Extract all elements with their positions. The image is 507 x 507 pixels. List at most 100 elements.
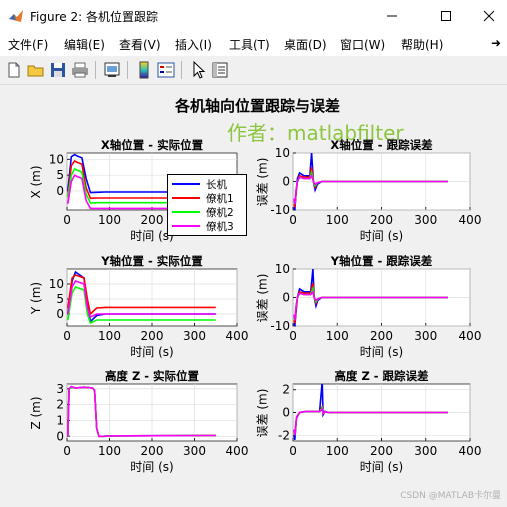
x-tick-label: 300 [414, 444, 437, 458]
save-icon[interactable] [48, 60, 68, 80]
x-tick-label: 200 [141, 213, 164, 227]
legend-label: 僚机1 [206, 192, 234, 205]
menu-bar: 文件(F) 编辑(E) 查看(V) 插入(I) 工具(T) 桌面(D) 窗口(W… [0, 32, 507, 56]
x-axis-label: 时间 (s) [130, 460, 174, 474]
toolbar-separator [127, 61, 128, 79]
legend-entry: 僚机3 [168, 219, 234, 233]
csdn-watermark: CSDN @MATLAB卡尔曼 [400, 491, 501, 501]
axes-3[interactable]: 0 100 200 300 400 0 5 10 Y轴位置 - 实际位置 时间 (s) Y (m) [29, 254, 248, 359]
x-tick-label: 0 [289, 444, 297, 458]
y-tick-label: 1 [56, 413, 64, 427]
y-tick-label: 5 [56, 292, 64, 306]
maximize-button[interactable] [423, 0, 469, 32]
x-tick-label: 400 [226, 444, 249, 458]
legend-label: 长机 [206, 178, 227, 191]
legend[interactable]: 长机 僚机1 僚机2 僚机3 [167, 174, 247, 236]
legend-entry: 僚机2 [168, 205, 234, 219]
legend-swatch [172, 211, 200, 213]
maximize-icon [441, 11, 451, 21]
figure-canvas: 各机轴向位置跟踪与误差 作者：matlabfilter 0 100 200 0 5 10 X… [0, 85, 507, 507]
x-axis-label: 时间 (s) [359, 229, 404, 243]
y-tick-label: 10 [49, 277, 64, 291]
x-tick-label: 300 [183, 444, 206, 458]
menu-tools[interactable]: 工具(T) [229, 36, 270, 53]
y-tick-label: 2 [56, 398, 64, 412]
x-axis-label: 时间 (s) [359, 345, 404, 359]
menu-insert[interactable]: 插入(I) [175, 36, 212, 53]
x-tick-label: 0 [289, 213, 297, 227]
x-tick-label: 0 [63, 213, 71, 227]
new-figure-icon[interactable] [4, 60, 24, 80]
axes-4[interactable]: 0 100 200 300 400 -10 0 10 Y轴位置 - 跟踪误差 时间 (s) 误差 (… [256, 254, 482, 359]
x-tick-label: 200 [370, 213, 393, 227]
window-title: Figure 2: 各机位置跟踪 [30, 9, 158, 24]
y-tick-label: 5 [56, 168, 64, 182]
y-tick-label: -10 [270, 203, 290, 217]
open-file-icon[interactable] [26, 60, 46, 80]
link-plot-icon[interactable] [102, 60, 122, 80]
x-axis-label: 时间 (s) [130, 345, 174, 359]
legend-swatch [172, 197, 200, 199]
y-tick-label: 0 [282, 175, 290, 189]
axes-2[interactable]: 0 100 200 300 400 -10 0 10 X轴位置 - 跟踪误差 时间 (s) 误差 (… [256, 138, 482, 243]
plot-area: 0 100 200 300 400 -2 0 2 [278, 383, 482, 458]
pointer-icon[interactable] [188, 60, 208, 80]
minimize-button[interactable] [369, 0, 415, 32]
toolbar [0, 56, 507, 85]
menu-view[interactable]: 查看(V) [119, 36, 161, 53]
x-tick-label: 200 [141, 444, 164, 458]
x-tick-label: 200 [141, 329, 164, 343]
x-tick-label: 0 [63, 329, 71, 343]
x-tick-label: 300 [183, 329, 206, 343]
close-button[interactable] [466, 0, 507, 32]
axes-title: X轴位置 - 跟踪误差 [330, 138, 433, 152]
y-tick-label: 10 [49, 152, 64, 166]
y-axis-label: 误差 (m) [255, 273, 270, 322]
x-tick-label: 400 [459, 213, 482, 227]
close-icon [483, 10, 495, 22]
figure-title: 各机轴向位置跟踪与误差 [174, 97, 340, 115]
toolbar-separator [95, 61, 96, 79]
axes-title: 高度 Z - 实际位置 [104, 369, 200, 383]
y-tick-label: 0 [56, 307, 64, 321]
plot-area: 0 100 200 300 400 0 12 3 [56, 382, 249, 458]
x-tick-label: 300 [414, 213, 437, 227]
y-axis-label: 误差 (m) [255, 388, 270, 437]
y-tick-label: -10 [270, 319, 290, 333]
menu-help[interactable]: 帮助(H) [401, 36, 443, 53]
minimize-icon [387, 15, 397, 17]
legend-swatch [172, 183, 200, 185]
plot-area: 0 100 200 300 400-10010 [270, 146, 482, 227]
menu-desktop[interactable]: 桌面(D) [284, 36, 327, 53]
x-tick-label: 100 [98, 444, 121, 458]
y-tick-label: 0 [282, 406, 290, 420]
y-axis-label: 误差 (m) [255, 157, 270, 206]
axes-5[interactable]: 0 100 200 300 400 0 1 2 3 高度 Z - 实际位置 时间 (s) Z (m) [29, 369, 248, 474]
axes-title: 高度 Z - 跟踪误差 [334, 369, 429, 383]
x-tick-label: 100 [326, 444, 349, 458]
y-axis-label: Z (m) [29, 395, 43, 430]
y-tick-label: 10 [275, 262, 290, 276]
insert-colorbar-icon[interactable] [134, 60, 154, 80]
print-icon[interactable] [70, 60, 90, 80]
x-tick-label: 400 [226, 329, 249, 343]
menu-edit[interactable]: 编辑(E) [64, 36, 105, 53]
legend-label: 僚机3 [206, 220, 234, 233]
x-tick-label: 200 [370, 444, 393, 458]
axes-6[interactable]: 0 100 200 300 400 -2 0 2 高度 Z - 跟踪误差 时间 (s) 误差 (m) [256, 369, 482, 474]
x-tick-label: 100 [326, 329, 349, 343]
menu-window[interactable]: 窗口(W) [340, 36, 385, 53]
x-tick-label: 200 [370, 329, 393, 343]
property-inspector-icon[interactable] [210, 60, 230, 80]
toolbar-separator [181, 61, 182, 79]
menu-file[interactable]: 文件(F) [8, 36, 48, 53]
y-tick-label: 2 [282, 383, 290, 397]
y-tick-label: 3 [56, 382, 64, 396]
plot-area: 0 100 200 300 4000510 [49, 268, 249, 343]
axes-title: Y轴位置 - 跟踪误差 [330, 254, 433, 268]
x-tick-label: 400 [459, 444, 482, 458]
matlab-icon [9, 10, 23, 22]
legend-entry: 僚机1 [168, 191, 234, 205]
insert-legend-icon[interactable] [156, 60, 176, 80]
pin-menu-icon[interactable]: ➜ [491, 36, 501, 50]
